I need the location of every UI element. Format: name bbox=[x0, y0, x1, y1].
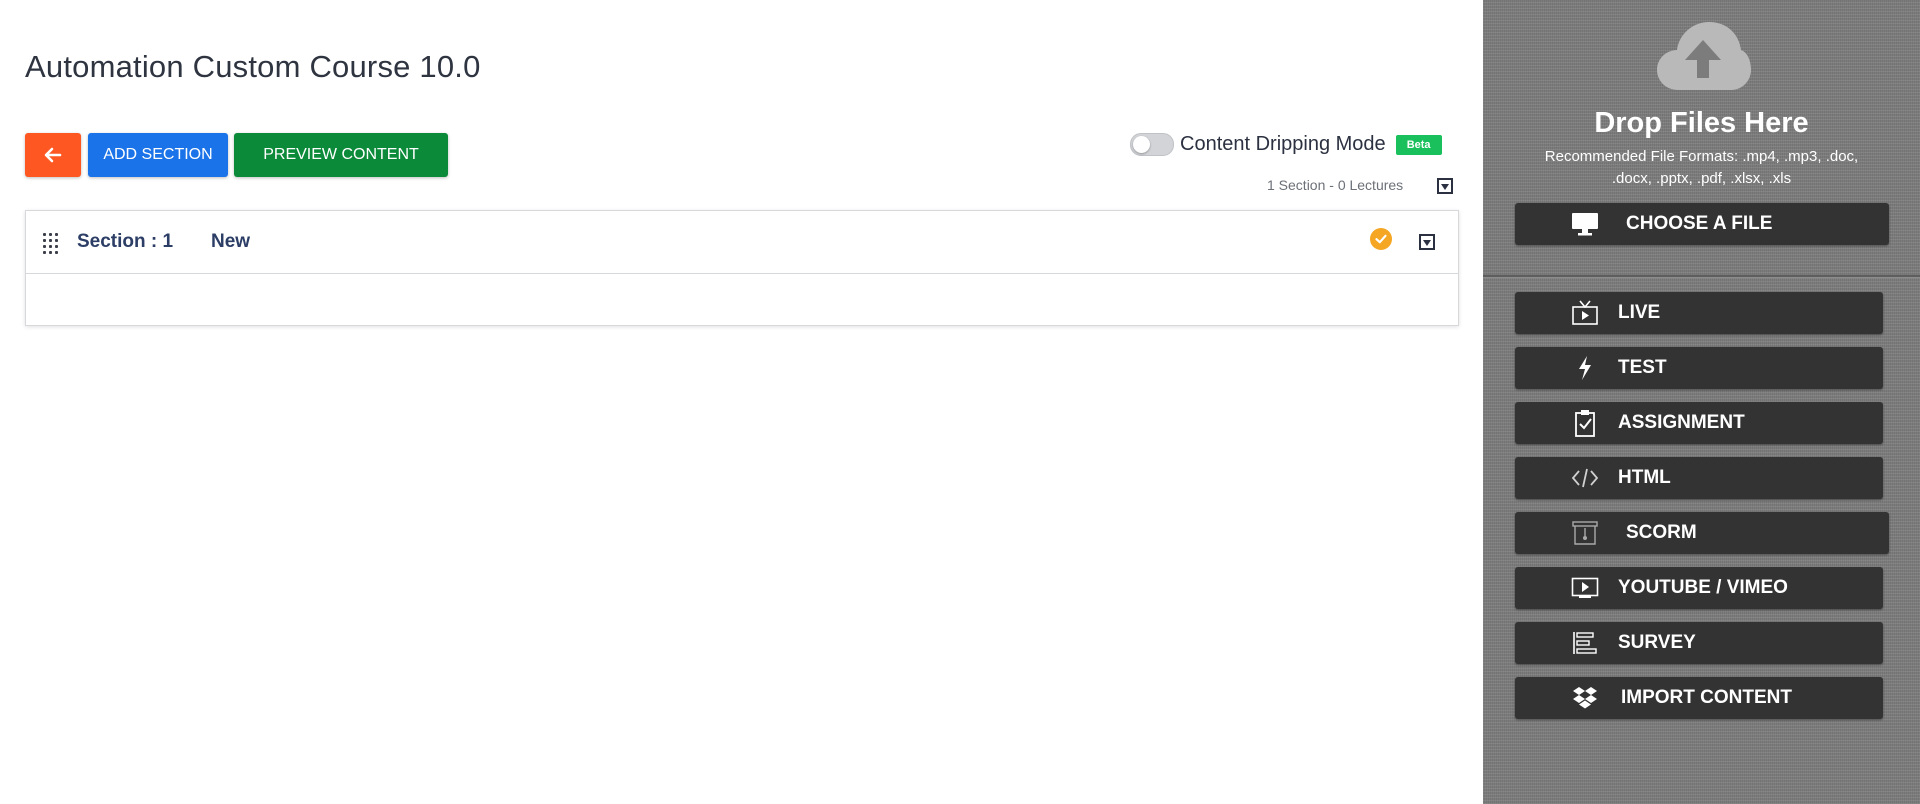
formats-line-1: Recommended File Formats: .mp4, .mp3, .d… bbox=[1544, 148, 1859, 165]
scorm-label: SCORM bbox=[1626, 522, 1697, 543]
tv-live-icon bbox=[1571, 300, 1599, 326]
section-card: Section : 1 New bbox=[25, 210, 1459, 326]
survey-button[interactable]: SURVEY bbox=[1515, 622, 1883, 664]
back-button[interactable] bbox=[25, 133, 81, 177]
survey-label: SURVEY bbox=[1618, 632, 1696, 653]
monitor-icon bbox=[1571, 211, 1599, 237]
course-content-panel: Automation Custom Course 10.0 ADD SECTIO… bbox=[0, 0, 1483, 804]
scorm-icon bbox=[1571, 520, 1599, 546]
add-section-button[interactable]: ADD SECTION bbox=[88, 133, 228, 177]
preview-content-button[interactable]: PREVIEW CONTENT bbox=[234, 133, 448, 177]
test-label: TEST bbox=[1618, 357, 1667, 378]
section-lecture-count: 1 Section - 0 Lectures bbox=[1267, 177, 1404, 193]
section-number-label: Section : 1 bbox=[77, 231, 174, 252]
page-title: Automation Custom Course 10.0 bbox=[25, 49, 481, 84]
arrow-left-icon bbox=[44, 147, 62, 163]
youtube-vimeo-label: YOUTUBE / VIMEO bbox=[1618, 577, 1788, 598]
formats-line-2: .docx, .pptx, .pdf, .xlsx, .xls bbox=[1611, 170, 1792, 187]
scorm-button[interactable]: SCORM bbox=[1515, 512, 1889, 554]
youtube-vimeo-button[interactable]: YOUTUBE / VIMEO bbox=[1515, 567, 1883, 609]
html-button[interactable]: HTML bbox=[1515, 457, 1883, 499]
import-content-button[interactable]: IMPORT CONTENT bbox=[1515, 677, 1883, 719]
drag-handle-icon[interactable] bbox=[43, 233, 59, 254]
content-type-sidebar: Drop Files Here Recommended File Formats… bbox=[1483, 0, 1920, 804]
html-label: HTML bbox=[1618, 467, 1671, 488]
beta-badge: Beta bbox=[1395, 134, 1442, 155]
section-header: Section : 1 New bbox=[26, 211, 1458, 274]
collapse-all-icon[interactable] bbox=[1437, 178, 1453, 194]
recommended-formats: Recommended File Formats: .mp4, .mp3, .d… bbox=[1523, 146, 1880, 190]
clipboard-check-icon bbox=[1571, 410, 1599, 437]
toggle-knob bbox=[1133, 136, 1150, 153]
survey-bars-icon bbox=[1571, 630, 1599, 656]
choose-file-button[interactable]: CHOOSE A FILE bbox=[1515, 203, 1889, 245]
content-dripping-label: Content Dripping Mode bbox=[1180, 133, 1386, 155]
assignment-label: ASSIGNMENT bbox=[1618, 412, 1745, 433]
sidebar-divider bbox=[1483, 275, 1920, 278]
dropbox-icon bbox=[1571, 685, 1599, 711]
drop-files-title: Drop Files Here bbox=[1594, 107, 1809, 139]
content-dripping-toggle[interactable] bbox=[1130, 133, 1174, 156]
import-content-label: IMPORT CONTENT bbox=[1621, 687, 1792, 708]
test-button[interactable]: TEST bbox=[1515, 347, 1883, 389]
video-play-icon bbox=[1571, 575, 1599, 601]
code-icon bbox=[1571, 465, 1599, 491]
content-dripping-control: Content Dripping Mode Beta bbox=[1130, 133, 1442, 156]
live-button[interactable]: LIVE bbox=[1515, 292, 1883, 334]
lightning-icon bbox=[1571, 355, 1599, 381]
assignment-button[interactable]: ASSIGNMENT bbox=[1515, 402, 1883, 444]
live-label: LIVE bbox=[1618, 302, 1661, 323]
section-title[interactable]: New bbox=[211, 231, 250, 253]
section-collapse-icon[interactable] bbox=[1419, 234, 1435, 250]
cloud-upload-icon bbox=[1657, 22, 1751, 90]
choose-file-label: CHOOSE A FILE bbox=[1626, 213, 1773, 234]
check-circle-icon bbox=[1370, 228, 1392, 250]
